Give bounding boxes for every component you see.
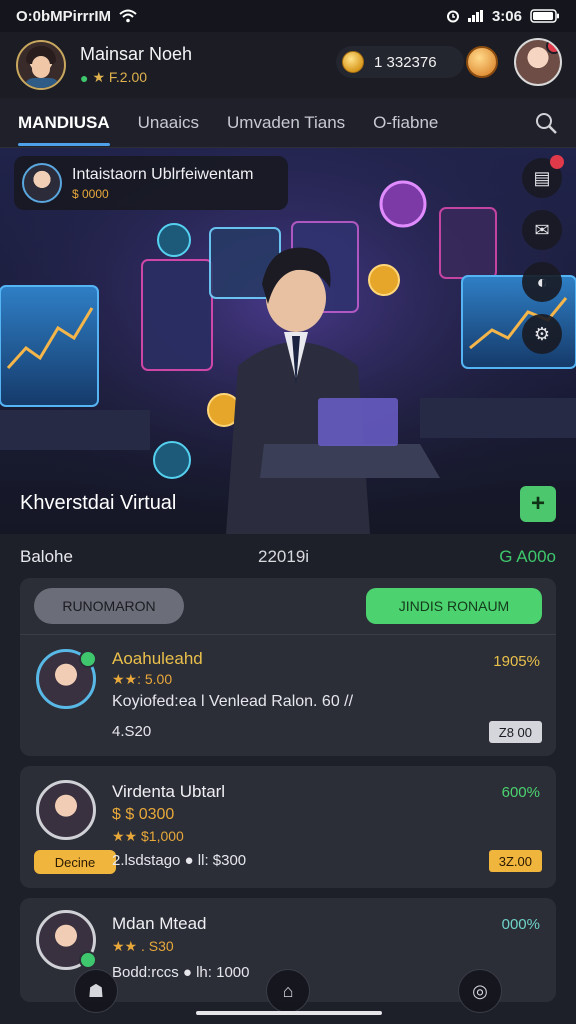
- list-item-price: $ $ 0300: [112, 806, 175, 823]
- search-icon[interactable]: [534, 111, 558, 135]
- message-icon[interactable]: ✉: [522, 210, 562, 250]
- list-item-name: Mdan Mtead: [112, 914, 207, 933]
- gift-icon[interactable]: [466, 46, 498, 78]
- balance-value: 22019i: [258, 547, 310, 566]
- hero-badge-value: $ 0000: [72, 186, 109, 201]
- nav-profile-icon[interactable]: ☗: [74, 969, 118, 1013]
- hero-badge-title: Intaistaorn Ublrfeiwentam: [72, 165, 254, 183]
- list-item-rating: ★★ . S30: [112, 938, 174, 954]
- user-avatar[interactable]: [16, 40, 66, 90]
- notification-badge: [546, 40, 560, 54]
- tab-umvaden-tians[interactable]: Umvaden Tians: [227, 98, 345, 148]
- status-badge: Decine: [34, 850, 116, 874]
- status-bar: O:0bMPirrrIM 3:06: [0, 0, 576, 32]
- list-item[interactable]: Aoahuleahd ★★: 5.00 1905% Koyiofed:ea l …: [20, 634, 556, 756]
- list-item-amount: 4.S20: [112, 723, 152, 740]
- list-item-rating: ★★ $1,000: [112, 828, 184, 844]
- alarm-icon: [446, 10, 459, 23]
- tab-bar: MANDIUSA Unaaics Umvaden Tians O-fiabne: [0, 98, 576, 148]
- list-item-rating: ★★: 5.00: [112, 671, 173, 687]
- list-item-avatar: [36, 780, 96, 840]
- user-rating: ★ F.2.00: [92, 69, 148, 85]
- list-item-percent: 000%: [501, 916, 540, 933]
- tab-ofiabne[interactable]: O-fiabne: [373, 98, 438, 148]
- list-item-percent: 1905%: [493, 653, 540, 670]
- list-item-amount: 2.lsdstago ● ll: $300: [112, 852, 247, 869]
- hero-avatar: [22, 163, 62, 203]
- plus-icon[interactable]: +: [520, 486, 556, 522]
- balance-label: Balohe: [20, 547, 73, 566]
- filter-right-button[interactable]: JINDIS RONAUM: [366, 588, 542, 624]
- tab-unaaics[interactable]: Unaaics: [138, 98, 199, 148]
- list-item-description: Koyiofed:ea l Venlead Ralon. 60 //: [112, 693, 354, 710]
- hero-caption: Khverstdai Virtual: [20, 492, 177, 514]
- profile-avatar-button[interactable]: [514, 38, 562, 86]
- battery-icon: [530, 9, 559, 23]
- carrier-label: O:0bMPirrrIM: [16, 7, 112, 25]
- hero-side-actions: ▤ ✉ ◐ ⚙: [522, 155, 564, 354]
- document-icon[interactable]: ▤: [522, 155, 564, 198]
- list-item-avatar: [36, 649, 97, 709]
- user-name: Mainsar Noeh: [80, 44, 193, 64]
- list-item-tag: 3Z.00: [488, 850, 542, 872]
- list-item-tag: Z8 00: [488, 721, 542, 743]
- filter-bar: RUNOMARON JINDIS RONAUM: [20, 578, 556, 634]
- nav-wallet-icon[interactable]: ◎: [458, 969, 502, 1013]
- balance-change: G A00o: [499, 547, 556, 566]
- coin-amount: 1 332376: [374, 53, 437, 71]
- hero-banner[interactable]: Intaistaorn Ublrfeiwentam $ 0000 ▤ ✉ ◐ ⚙…: [0, 148, 576, 534]
- home-indicator[interactable]: [196, 1011, 382, 1015]
- coin-icon: [342, 51, 364, 73]
- chart-icon[interactable]: ◐: [522, 262, 562, 302]
- list-item-name: Virdenta Ubtarl: [112, 782, 226, 801]
- clock-label: 3:06: [491, 7, 522, 25]
- nav-home-icon[interactable]: ⌂: [266, 969, 310, 1013]
- list-item-percent: 600%: [501, 784, 540, 801]
- balance-summary: Balohe 22019i G A00o: [0, 542, 576, 572]
- verified-icon: ●: [80, 69, 89, 86]
- settings-icon[interactable]: ⚙: [522, 314, 562, 354]
- notification-badge: [550, 155, 564, 169]
- wifi-icon: [119, 9, 137, 23]
- hero-profile-card[interactable]: Intaistaorn Ublrfeiwentam $ 0000: [14, 156, 288, 210]
- tab-mandiusa[interactable]: MANDIUSA: [18, 98, 110, 148]
- coin-balance[interactable]: 1 332376: [336, 46, 464, 78]
- list-item[interactable]: Virdenta Ubtarl $ $ 0300 ★★ $1,000 600% …: [20, 766, 556, 888]
- list-item-name: Aoahuleahd: [112, 649, 203, 668]
- signal-icon: [467, 10, 483, 22]
- online-indicator: [79, 650, 97, 668]
- filter-left-button[interactable]: RUNOMARON: [34, 588, 184, 624]
